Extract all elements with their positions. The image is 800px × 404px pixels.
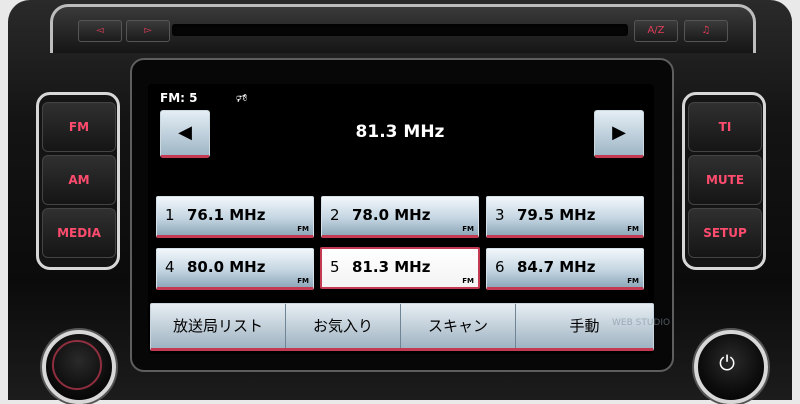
bottom-menu-bar: 放送局リスト お気入り スキャン 手動 — [150, 303, 654, 351]
prev-track-button[interactable]: ◅ — [78, 20, 122, 42]
ti-button[interactable]: TI — [688, 102, 762, 152]
preset-frequency: 78.0 MHz — [352, 206, 431, 224]
setup-button[interactable]: SETUP — [688, 208, 762, 258]
watermark-text: WEB STUDIO — [612, 318, 671, 328]
preset-frequency: 79.5 MHz — [517, 206, 596, 224]
station-list-tab[interactable]: 放送局リスト — [151, 304, 286, 348]
preset-frequency: 81.3 MHz — [352, 258, 431, 276]
preset-frequency: 84.7 MHz — [517, 258, 596, 276]
left-arrow-icon: ◀ — [178, 122, 192, 143]
ab-button[interactable]: A/Z — [634, 20, 678, 42]
power-icon: ⏻ — [719, 351, 735, 375]
preset-band: FM — [297, 277, 309, 285]
power-knob[interactable]: ⏻ — [694, 330, 768, 404]
knob-ring — [52, 340, 102, 390]
preset-5[interactable]: 5 81.3 MHz FM — [320, 247, 480, 289]
preset-band: FM — [462, 277, 474, 285]
fm-button[interactable]: FM — [42, 102, 116, 152]
preset-2[interactable]: 2 78.0 MHz FM — [321, 196, 479, 238]
preset-3[interactable]: 3 79.5 MHz FM — [486, 196, 644, 238]
preset-band: FM — [297, 225, 309, 233]
preset-4[interactable]: 4 80.0 MHz FM — [156, 248, 314, 290]
preset-number: 2 — [330, 206, 340, 224]
volume-knob[interactable] — [42, 330, 116, 404]
music-note-button[interactable]: ♫ — [684, 20, 728, 42]
preset-band: FM — [462, 225, 474, 233]
seek-forward-button[interactable]: ▶ — [594, 110, 644, 158]
cd-slot — [172, 24, 628, 36]
preset-band: FM — [627, 277, 639, 285]
current-frequency: 81.3 MHz — [355, 122, 445, 142]
mute-button[interactable]: MUTE — [688, 155, 762, 205]
seek-back-button[interactable]: ◀ — [160, 110, 210, 158]
preset-frequency: 76.1 MHz — [187, 206, 266, 224]
next-track-button[interactable]: ▻ — [126, 20, 170, 42]
preset-number: 4 — [165, 258, 175, 276]
preset-1[interactable]: 1 76.1 MHz FM — [156, 196, 314, 238]
scan-tab[interactable]: スキャン — [401, 304, 516, 348]
favorites-tab[interactable]: お気入り — [286, 304, 401, 348]
am-button[interactable]: AM — [42, 155, 116, 205]
preset-6[interactable]: 6 84.7 MHz FM — [486, 248, 644, 290]
preset-number: 1 — [165, 206, 175, 224]
band-status: FM: 5 — [160, 91, 198, 105]
preset-frequency: 80.0 MHz — [187, 258, 266, 276]
preset-number: 5 — [330, 258, 340, 276]
preset-number: 6 — [495, 258, 505, 276]
right-arrow-icon: ▶ — [612, 122, 626, 143]
media-button[interactable]: MEDIA — [42, 208, 116, 258]
preset-number: 3 — [495, 206, 505, 224]
preset-band: FM — [627, 225, 639, 233]
speaker-icon: 🕫 — [236, 91, 248, 105]
